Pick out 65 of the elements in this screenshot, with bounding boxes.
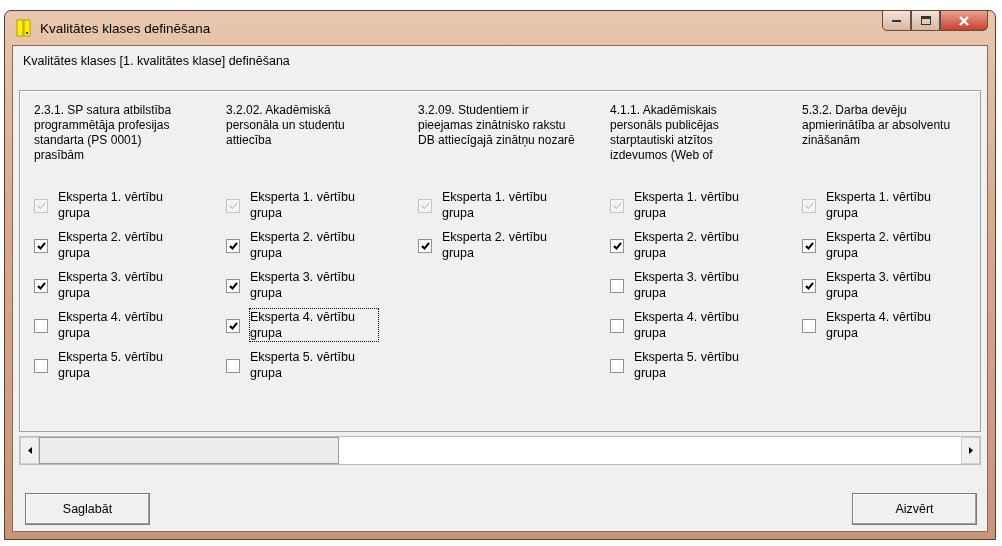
checkbox-label[interactable]: Eksperta 2. vērtību grupa — [825, 228, 955, 262]
maximize-icon — [920, 16, 931, 25]
check-icon — [228, 242, 238, 250]
scroll-left-icon[interactable] — [20, 437, 39, 464]
checkbox-label[interactable]: Eksperta 2. vērtību grupa — [441, 228, 571, 262]
scroll-right-icon[interactable] — [961, 437, 980, 464]
checkbox[interactable] — [226, 359, 240, 373]
checkbox[interactable] — [34, 239, 48, 253]
checkbox-label[interactable]: Eksperta 2. vērtību grupa — [249, 228, 379, 262]
checkbox-label[interactable]: Eksperta 2. vērtību grupa — [633, 228, 763, 262]
checkbox-label[interactable]: Eksperta 4. vērtību grupa — [825, 308, 955, 342]
criterion-heading: 3.2.02. Akadēmiskā personāla un studentu attiecība — [226, 103, 346, 149]
close-icon — [958, 15, 970, 26]
checkbox[interactable] — [802, 319, 816, 333]
check-icon — [804, 202, 814, 210]
checkbox[interactable] — [226, 319, 240, 333]
minimize-button[interactable] — [882, 10, 911, 31]
checkbox[interactable] — [226, 239, 240, 253]
checkbox[interactable] — [610, 319, 624, 333]
check-icon — [420, 202, 430, 210]
checkbox[interactable] — [610, 359, 624, 373]
checkbox[interactable] — [802, 279, 816, 293]
checkbox-label[interactable]: Eksperta 2. vērtību grupa — [57, 228, 187, 262]
check-icon — [612, 242, 622, 250]
checkbox[interactable] — [34, 279, 48, 293]
check-icon — [804, 282, 814, 290]
checkbox[interactable] — [226, 279, 240, 293]
dialog-button[interactable]: Aizvērt — [852, 493, 977, 525]
horizontal-scrollbar[interactable] — [19, 436, 981, 465]
criterion-heading: 4.1.1. Akadēmiskais personāls publicējas starptautiski atzītos izdevumos (Web of — [610, 103, 720, 164]
checkbox-label[interactable]: Eksperta 4. vērtību grupa — [633, 308, 763, 342]
checkbox-label[interactable]: Eksperta 5. vērtību grupa — [249, 348, 379, 382]
dialog-button[interactable]: Saglabāt — [25, 493, 150, 525]
dialog-subtitle: Kvalitātes klases [1. kvalitātes klase] definēšana — [23, 54, 291, 68]
criterion-heading: 3.2.09. Studentiem ir pieejamas zinātnisko rakstu DB attiecīgajā zinātņu nozarē — [418, 103, 576, 149]
check-icon — [420, 242, 430, 250]
check-icon — [228, 282, 238, 290]
checkbox[interactable] — [34, 319, 48, 333]
checkbox[interactable] — [610, 279, 624, 293]
checkbox-label[interactable]: Eksperta 5. vērtību grupa — [57, 348, 187, 382]
check-icon — [612, 202, 622, 210]
checkbox-label[interactable]: Eksperta 4. vērtību grupa — [249, 308, 379, 342]
close-button[interactable] — [940, 10, 988, 31]
scroll-thumb[interactable] — [39, 437, 339, 464]
app-icon — [16, 19, 32, 37]
checkbox-label[interactable]: Eksperta 4. vērtību grupa — [57, 308, 187, 342]
checkbox[interactable] — [418, 239, 432, 253]
check-icon — [228, 322, 238, 330]
check-icon — [804, 242, 814, 250]
window-title: Kvalitātes klases definēšana — [40, 20, 212, 36]
check-icon — [36, 202, 46, 210]
check-icon — [36, 282, 46, 290]
checkbox-label[interactable]: Eksperta 3. vērtību grupa — [249, 268, 379, 302]
checkbox[interactable] — [802, 239, 816, 253]
checkbox-label[interactable]: Eksperta 3. vērtību grupa — [633, 268, 763, 302]
checkbox[interactable] — [610, 239, 624, 253]
maximize-button[interactable] — [911, 10, 940, 31]
check-icon — [36, 242, 46, 250]
criterion-heading: 2.3.1. SP satura atbilstība programmētāja profesijas standarta (PS 0001) prasībām — [34, 103, 173, 164]
checkbox[interactable] — [34, 359, 48, 373]
criterion-heading: 5.3.2. Darba devēju apmierinātība ar absolventu zināšanām — [802, 103, 952, 149]
checkbox-label[interactable]: Eksperta 3. vērtību grupa — [57, 268, 187, 302]
checkbox-label[interactable]: Eksperta 3. vērtību grupa — [825, 268, 955, 302]
checkbox-label[interactable]: Eksperta 5. vērtību grupa — [633, 348, 763, 382]
check-icon — [228, 202, 238, 210]
